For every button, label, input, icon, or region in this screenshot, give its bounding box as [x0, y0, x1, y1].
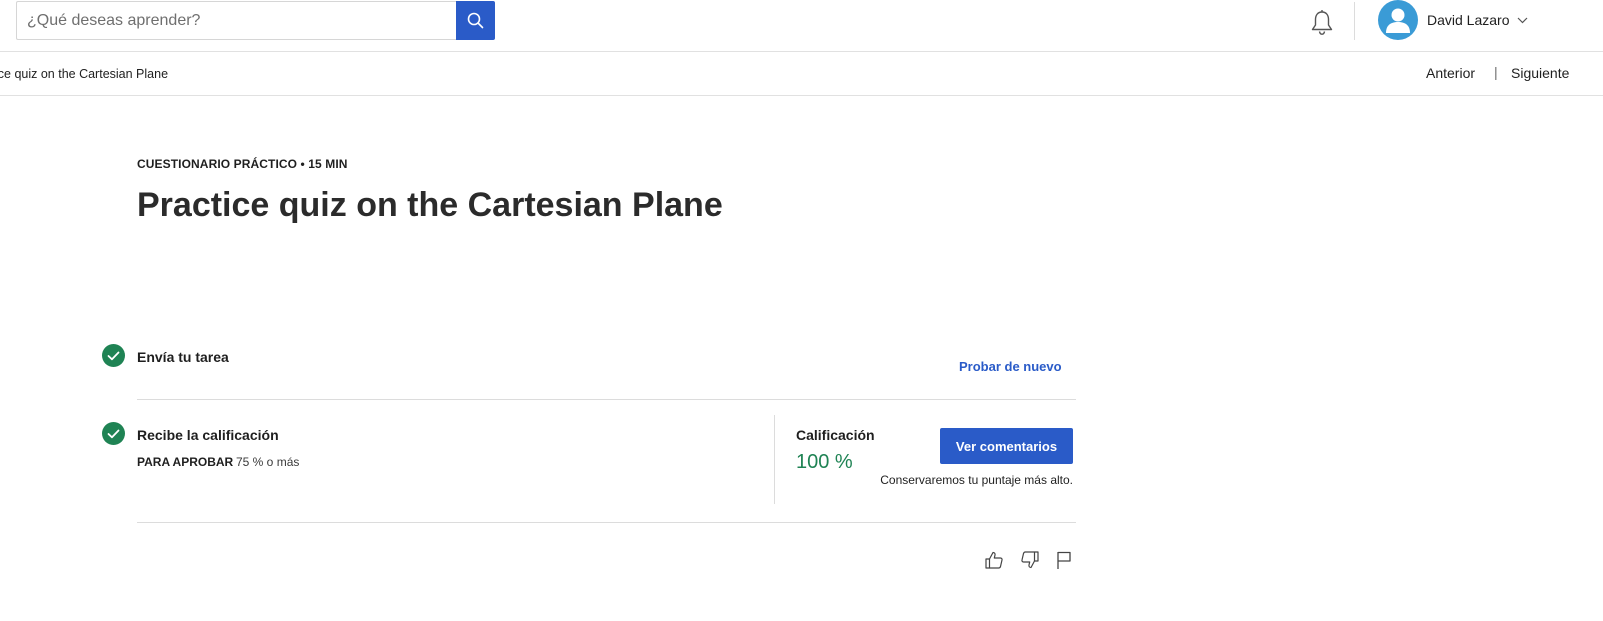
- divider: [137, 399, 1076, 400]
- grade-value: 100 %: [796, 451, 853, 473]
- user-name: David Lazaro: [1427, 12, 1510, 28]
- user-icon: [1386, 8, 1410, 33]
- like-button[interactable]: [983, 549, 1005, 571]
- notifications-button[interactable]: [1309, 9, 1335, 37]
- grade-step-title: Recibe la calificación: [137, 427, 279, 443]
- quiz-kicker: CUESTIONARIO PRÁCTICO • 15 MIN: [137, 157, 348, 171]
- search-bar: [16, 1, 495, 40]
- step-complete-badge: [102, 344, 125, 367]
- grade-label: Calificación: [796, 427, 875, 443]
- check-icon: [107, 351, 120, 360]
- nav-separator: |: [1494, 64, 1498, 80]
- dislike-button[interactable]: [1019, 549, 1041, 571]
- highest-score-note: Conservaremos tu puntaje más alto.: [880, 473, 1073, 487]
- step-complete-badge: [102, 422, 125, 445]
- bell-icon: [1311, 10, 1333, 35]
- thumbs-up-icon: [985, 551, 1003, 569]
- flag-icon: [1057, 551, 1071, 569]
- report-button[interactable]: [1053, 549, 1075, 571]
- submit-step-title: Envía tu tarea: [137, 349, 229, 365]
- search-input[interactable]: [16, 1, 456, 40]
- top-header: David Lazaro: [0, 0, 1603, 52]
- grade-divider: [774, 415, 775, 504]
- search-icon: [467, 12, 484, 29]
- previous-link[interactable]: Anterior: [1426, 65, 1475, 81]
- header-divider: [1354, 2, 1355, 40]
- divider: [137, 522, 1076, 523]
- breadcrumb: ice quiz on the Cartesian Plane: [0, 67, 169, 81]
- avatar: [1378, 0, 1418, 40]
- next-link[interactable]: Siguiente: [1511, 65, 1569, 81]
- view-feedback-button[interactable]: Ver comentarios: [940, 428, 1073, 464]
- pass-label: PARA APROBAR: [137, 455, 234, 469]
- thumbs-down-icon: [1021, 551, 1039, 569]
- item-navigation-bar: ice quiz on the Cartesian Plane Anterior…: [0, 52, 1603, 96]
- user-menu[interactable]: David Lazaro: [1378, 0, 1528, 40]
- check-icon: [107, 429, 120, 438]
- search-button[interactable]: [456, 1, 495, 40]
- retry-link[interactable]: Probar de nuevo: [959, 359, 1062, 374]
- page-title: Practice quiz on the Cartesian Plane: [137, 186, 723, 224]
- pass-value: 75 % o más: [236, 455, 300, 469]
- chevron-down-icon: [1517, 17, 1527, 23]
